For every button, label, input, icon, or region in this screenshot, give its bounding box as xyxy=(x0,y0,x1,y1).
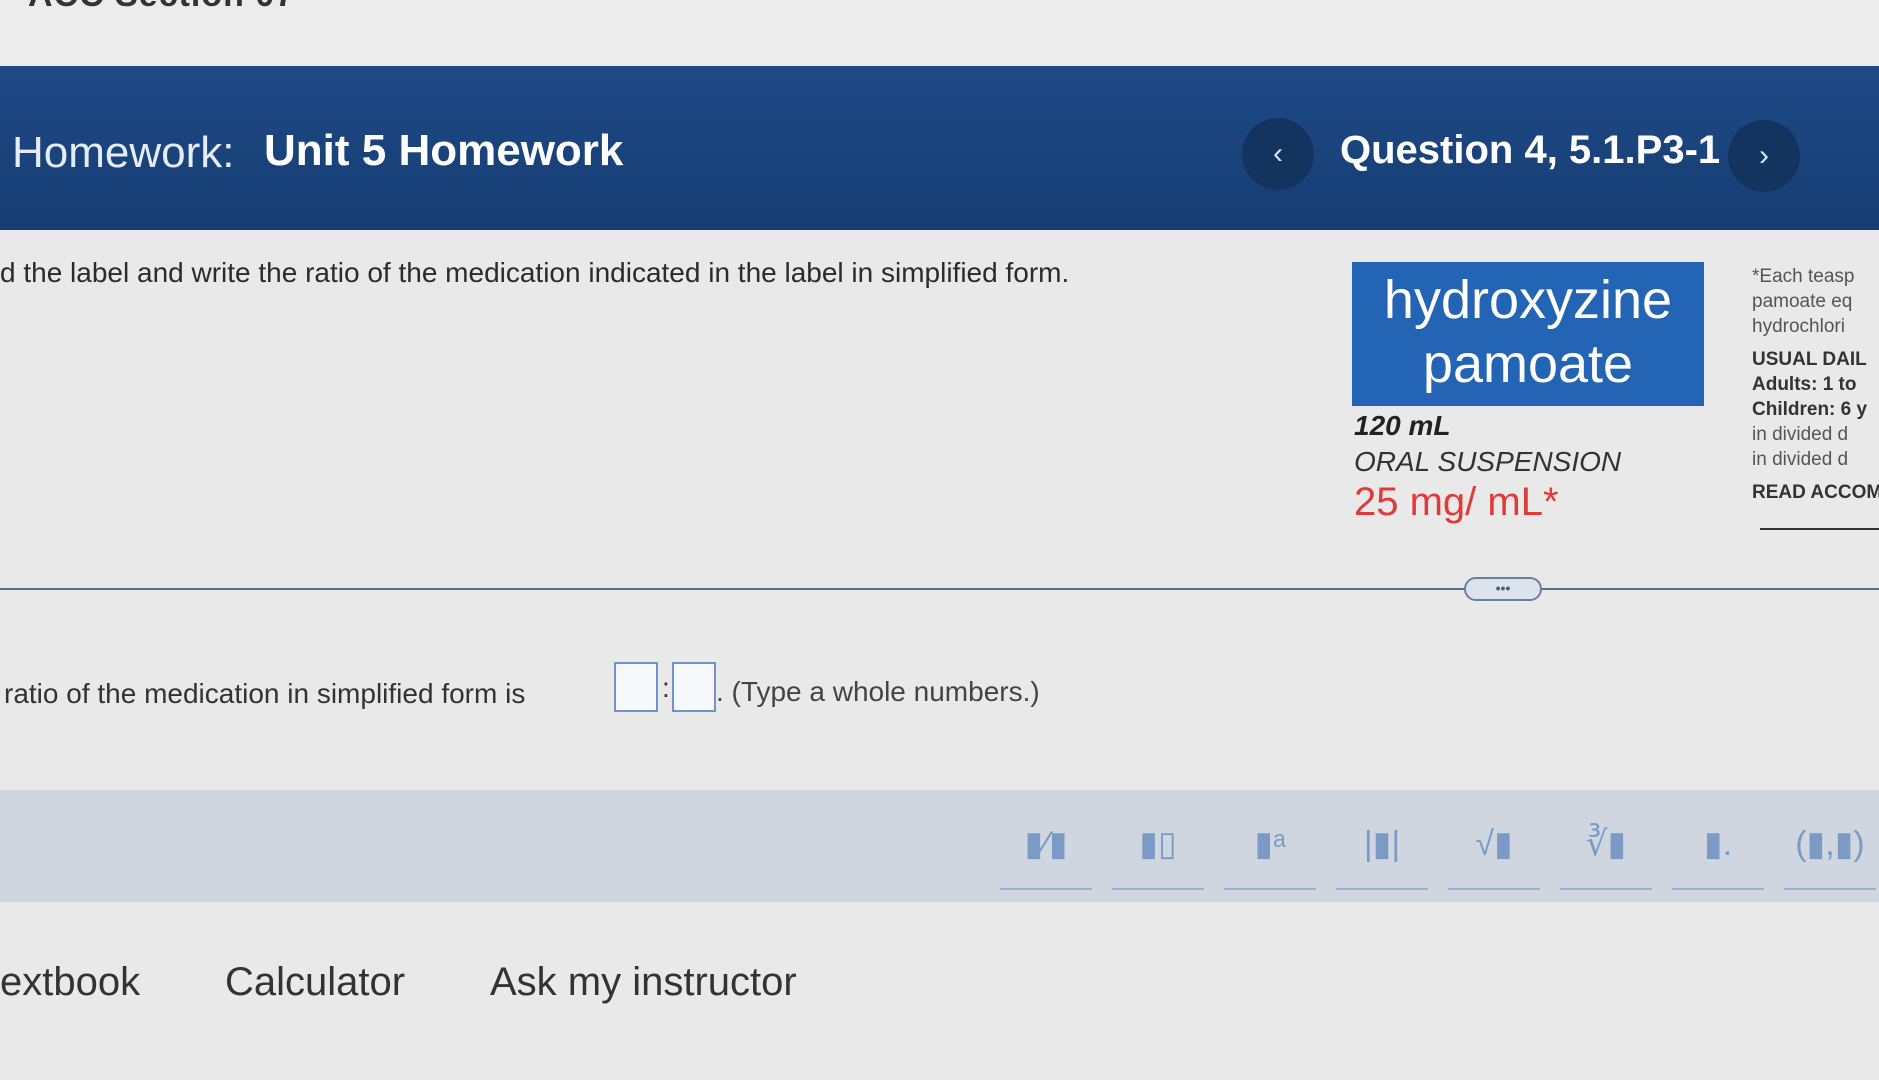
chevron-left-icon: ‹ xyxy=(1273,137,1283,170)
medication-concentration: 25 mg/ mL* xyxy=(1354,480,1559,524)
side-line: Children: 6 y xyxy=(1752,399,1868,420)
medication-label-name-panel: hydroxyzine pamoate xyxy=(1352,262,1704,406)
answer-prompt: ratio of the medication in simplified fo… xyxy=(4,678,526,709)
side-line: Adults: 1 to xyxy=(1752,374,1857,395)
ask-instructor-link[interactable]: Ask my instructor xyxy=(490,960,797,1005)
textbook-link[interactable]: extbook xyxy=(0,960,140,1005)
side-divider xyxy=(1760,528,1879,530)
subscript-tool-button[interactable]: ▮. xyxy=(1672,800,1764,890)
absolute-value-tool-button[interactable]: |▮| xyxy=(1336,800,1428,890)
next-question-button[interactable]: › xyxy=(1728,120,1800,192)
nth-root-tool-button[interactable]: ∛▮ xyxy=(1560,800,1652,890)
calculator-link[interactable]: Calculator xyxy=(225,960,405,1005)
course-name-fragment: ACC Section 07 xyxy=(28,0,295,15)
side-line: hydrochlori xyxy=(1752,316,1845,337)
mixed-number-tool-button[interactable]: ▮▯ xyxy=(1112,800,1204,890)
side-line: in divided d xyxy=(1752,449,1849,470)
ratio-second-input[interactable] xyxy=(672,662,716,712)
exponent-tool-button[interactable]: ▮ᵃ xyxy=(1224,800,1316,890)
homework-prefix-label: Homework: xyxy=(12,128,235,177)
math-toolbar: ▮⁄▮ ▮▯ ▮ᵃ |▮| √▮ ∛▮ ▮. (▮,▮) xyxy=(0,790,1879,902)
top-strip: ACC Section 07 xyxy=(0,0,1879,66)
medication-form: ORAL SUSPENSION xyxy=(1354,446,1622,477)
homework-header: Homework: Unit 5 Homework ‹ Question 4, … xyxy=(0,66,1879,230)
answer-hint: . (Type a whole numbers.) xyxy=(716,676,1040,707)
previous-question-button[interactable]: ‹ xyxy=(1242,118,1314,190)
ratio-colon: : xyxy=(662,672,670,703)
more-options-button[interactable]: ••• xyxy=(1464,577,1542,601)
side-line: READ ACCOM xyxy=(1752,482,1879,503)
question-title: Question 4, 5.1.P3-1 xyxy=(1340,128,1721,172)
side-line: *Each teasp xyxy=(1752,266,1855,287)
side-line: in divided d xyxy=(1752,424,1849,445)
side-line: USUAL DAIL xyxy=(1752,349,1867,370)
question-instruction: d the label and write the ratio of the m… xyxy=(0,257,1070,288)
content-divider xyxy=(0,588,1879,590)
chevron-right-icon: › xyxy=(1759,139,1769,172)
medication-label-side-text: *Each teasp pamoate eq hydrochlori USUAL… xyxy=(1752,264,1879,505)
homework-title: Unit 5 Homework xyxy=(264,126,624,175)
ratio-first-input[interactable] xyxy=(614,662,658,712)
medication-volume: 120 mL xyxy=(1354,410,1451,441)
fraction-tool-button[interactable]: ▮⁄▮ xyxy=(1000,800,1092,890)
medication-name-line1: hydroxyzine xyxy=(1383,270,1673,330)
square-root-tool-button[interactable]: √▮ xyxy=(1448,800,1540,890)
side-line: pamoate eq xyxy=(1752,291,1853,312)
ordered-pair-tool-button[interactable]: (▮,▮) xyxy=(1784,800,1876,890)
medication-name-line2: pamoate xyxy=(1422,334,1634,394)
